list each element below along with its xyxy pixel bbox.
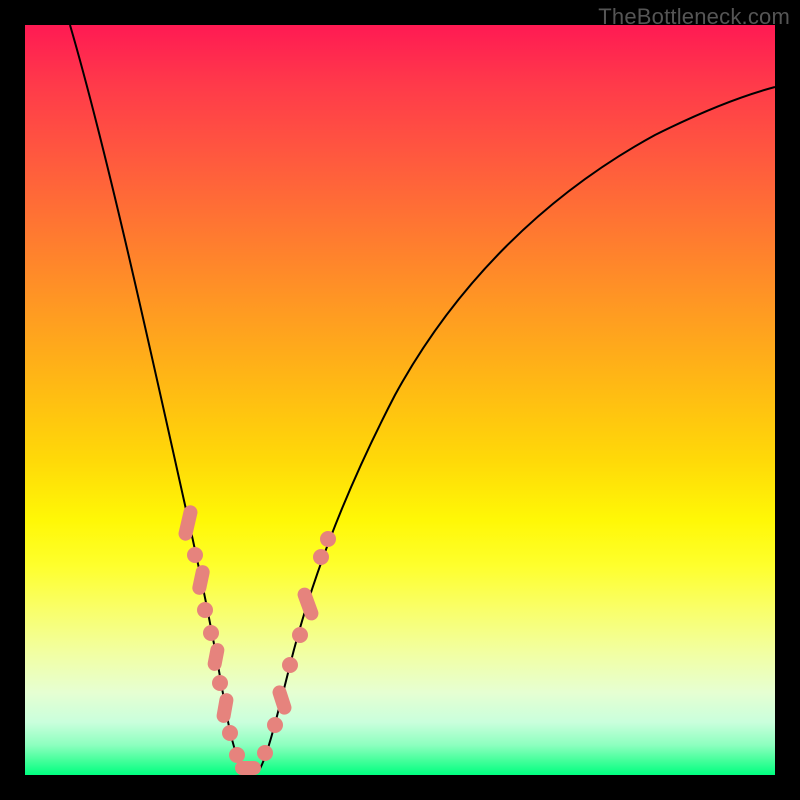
plot-area [25, 25, 775, 775]
bead-cluster [177, 504, 336, 775]
bottleneck-curve [70, 25, 775, 773]
curve-svg [25, 25, 775, 775]
chart-frame: TheBottleneck.com [0, 0, 800, 800]
